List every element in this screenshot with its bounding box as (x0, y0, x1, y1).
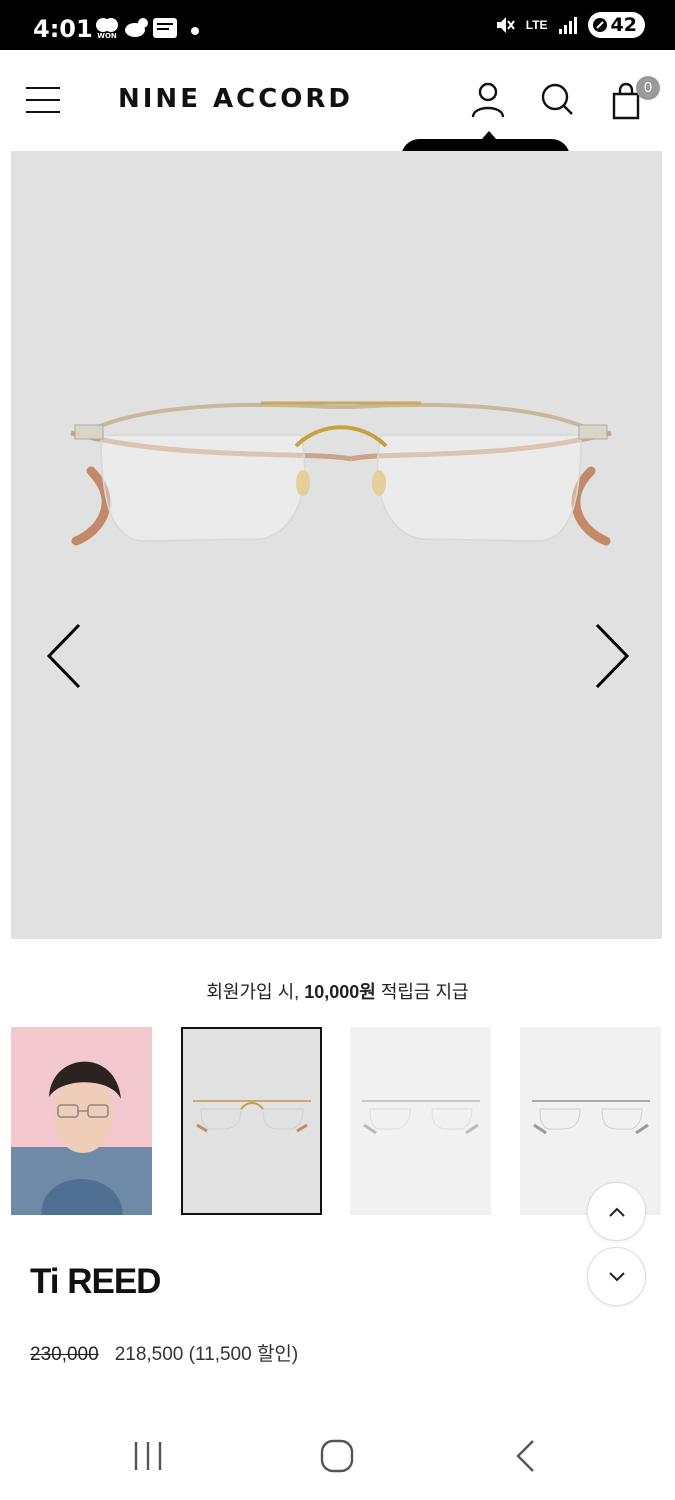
network-label: LTE (525, 17, 548, 32)
status-bar: 4:01 WON LTE 42 (0, 0, 675, 50)
cart-count-badge: 0 (636, 76, 660, 100)
model-photo-image (11, 1027, 152, 1215)
thumbnail-strip (11, 1027, 675, 1217)
battery-level: 42 (610, 14, 637, 36)
search-icon[interactable] (538, 80, 576, 120)
account-icon[interactable] (469, 80, 507, 120)
battery-indicator: 42 (587, 12, 645, 38)
original-price: 230,000 (30, 1344, 99, 1365)
previous-image-arrow-icon[interactable] (45, 621, 85, 691)
home-icon[interactable] (317, 1438, 357, 1474)
battery-saver-icon (592, 18, 607, 32)
price-row: 230,000 218,500 (11,500 할인) (30, 1339, 298, 1366)
product-main-image[interactable] (11, 151, 662, 939)
status-right: LTE 42 (494, 12, 645, 38)
gunmetal-frame-thumbnail-image (532, 1100, 650, 1135)
chevron-up-icon (609, 1207, 625, 1217)
scroll-up-button[interactable] (587, 1182, 646, 1241)
thumbnail-silver-frame[interactable] (350, 1027, 491, 1215)
sale-price: 218,500 (11,500 할인) (114, 1344, 299, 1365)
coffee-notification-icon (125, 18, 148, 37)
won-notification-icon: WON (96, 18, 118, 39)
menu-icon[interactable] (26, 85, 62, 115)
signup-promo: 회원가입 시, 10,000원 적립금 지급 (0, 978, 675, 1004)
eyeglasses-image (70, 401, 612, 546)
thumbnail-model-photo[interactable] (11, 1027, 152, 1215)
scroll-down-button[interactable] (587, 1247, 646, 1306)
svg-text:WON: WON (97, 32, 117, 39)
promo-amount: 10,000원 (304, 982, 376, 1002)
signal-icon (558, 17, 577, 34)
chevron-down-icon (609, 1272, 625, 1282)
site-header: NINE ACCORD (0, 50, 675, 150)
product-name: Ti REED (30, 1262, 161, 1301)
next-image-arrow-icon[interactable] (591, 621, 631, 691)
back-icon[interactable] (507, 1438, 547, 1474)
system-navigation-bar (0, 1410, 675, 1500)
thumbnail-gunmetal-frame[interactable] (520, 1027, 661, 1215)
status-time: 4:01 (33, 15, 93, 43)
gold-frame-thumbnail-image (193, 1100, 311, 1133)
brand-logo[interactable]: NINE ACCORD (118, 84, 353, 114)
silver-frame-thumbnail-image (362, 1100, 480, 1135)
promo-text-before: 회원가입 시, (206, 982, 305, 1002)
notification-dot (191, 27, 199, 35)
promo-text-after: 적립금 지급 (375, 982, 469, 1002)
thumbnail-gold-frame[interactable] (181, 1027, 322, 1215)
recent-apps-icon[interactable] (128, 1438, 168, 1474)
message-notification-icon (153, 18, 177, 38)
mute-icon (496, 17, 515, 33)
